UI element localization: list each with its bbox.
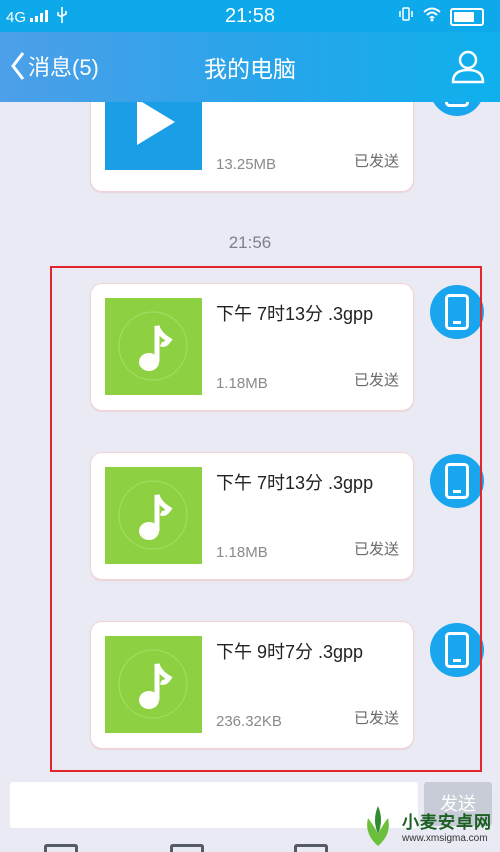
file-message-audio[interactable]: 下午 9时7分 .3gpp 236.32KB 已发送 <box>90 621 414 749</box>
file-name: 下午 9时7分 .3gpp <box>216 642 364 662</box>
file-size: 13.25MB <box>216 156 277 173</box>
send-status: 已发送 <box>353 541 399 558</box>
time-separator: 21:56 <box>228 233 272 252</box>
status-bar: 4G 21:58 <box>0 0 500 32</box>
audio-thumbnail <box>105 467 202 564</box>
file-message-audio[interactable]: 下午 7时13分 .3gpp 1.18MB 已发送 <box>90 283 414 411</box>
phone-icon <box>445 463 469 499</box>
watermark-text: 小麦安卓网 www.xmsigma.com <box>402 808 492 844</box>
audio-thumbnail <box>105 298 202 395</box>
vibrate-icon <box>398 6 414 27</box>
watermark-title: 小麦安卓网 <box>402 813 492 832</box>
page-title: 我的电脑 <box>204 56 296 82</box>
file-size: 1.18MB <box>216 375 268 392</box>
file-name: 下午 7时13分 .3gpp <box>216 473 374 493</box>
send-status: 已发送 <box>353 153 399 170</box>
file-size: 236.32KB <box>216 713 282 730</box>
music-note-icon <box>118 480 188 550</box>
phone-icon <box>445 294 469 330</box>
profile-icon[interactable] <box>450 48 486 84</box>
wifi-icon <box>422 6 442 27</box>
audio-thumbnail <box>105 636 202 733</box>
send-status: 已发送 <box>353 710 399 727</box>
music-note-icon <box>118 649 188 719</box>
device-avatar[interactable] <box>430 454 484 508</box>
nav-header-front: 消息(5) 我的电脑 <box>0 32 500 102</box>
file-size: 1.18MB <box>216 544 268 561</box>
battery-icon <box>450 7 484 26</box>
camera-icon[interactable] <box>170 844 204 852</box>
watermark-logo-icon <box>367 806 389 846</box>
device-avatar[interactable] <box>430 623 484 677</box>
play-icon <box>136 98 175 145</box>
device-avatar[interactable] <box>430 285 484 339</box>
message-input[interactable] <box>10 782 418 828</box>
image-icon[interactable] <box>44 844 78 852</box>
music-note-icon <box>118 311 188 381</box>
status-right <box>398 6 484 27</box>
file-name: 下午 7时13分 .3gpp <box>216 304 374 324</box>
watermark-url: www.xmsigma.com <box>402 833 488 844</box>
watermark: 小麦安卓网 www.xmsigma.com <box>358 802 498 850</box>
file-message-audio[interactable]: 下午 7时13分 .3gpp 1.18MB 已发送 <box>90 452 414 580</box>
send-status: 已发送 <box>353 372 399 389</box>
folder-icon[interactable] <box>294 844 328 852</box>
phone-icon <box>445 632 469 668</box>
